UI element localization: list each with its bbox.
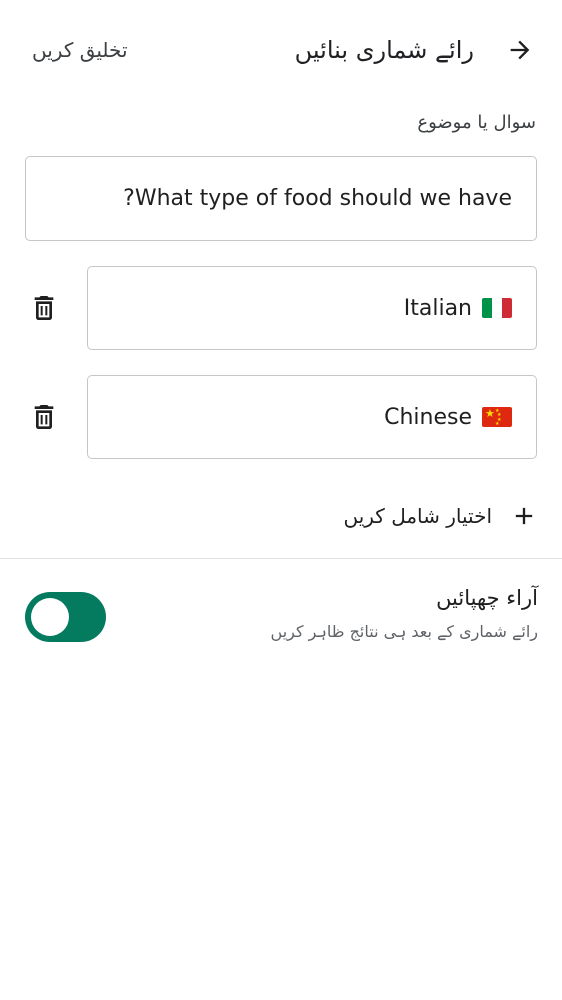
trash-icon — [34, 405, 54, 429]
delete-option-button-1[interactable] — [26, 290, 62, 326]
hide-votes-subtitle: رائے شماری کے بعد ہی نتائج ظاہر کریں — [270, 622, 538, 641]
add-option-label: اختیار شامل کریں — [343, 504, 492, 528]
arrow-right-icon — [510, 40, 530, 60]
delete-option-button-2[interactable] — [26, 399, 62, 435]
question-label: سوال یا موضوع — [417, 112, 536, 133]
question-input[interactable]: ?What type of food should we have — [25, 156, 537, 241]
add-option-button[interactable]: اختیار شامل کریں — [343, 496, 538, 536]
option-text: Chinese — [384, 404, 472, 430]
question-value: ?What type of food should we have — [123, 186, 512, 211]
flag-china-icon: ★ ★ ★ ★ ★ — [482, 407, 512, 427]
option-text: Italian — [403, 295, 472, 321]
trash-icon — [34, 296, 54, 320]
toggle-knob — [31, 598, 69, 636]
plus-icon — [515, 507, 533, 525]
page-title: رائے شماری بنائیں — [294, 36, 474, 64]
flag-italy-icon — [482, 298, 512, 318]
divider — [0, 558, 562, 559]
option-input-2[interactable]: Chinese ★ ★ ★ ★ ★ — [87, 375, 537, 459]
hide-votes-toggle[interactable] — [25, 592, 106, 642]
option-input-1[interactable]: Italian — [87, 266, 537, 350]
hide-votes-title: آراء چھپائیں — [436, 586, 538, 610]
back-arrow-button[interactable] — [500, 30, 540, 70]
create-button[interactable]: تخلیق کریں — [32, 30, 128, 70]
